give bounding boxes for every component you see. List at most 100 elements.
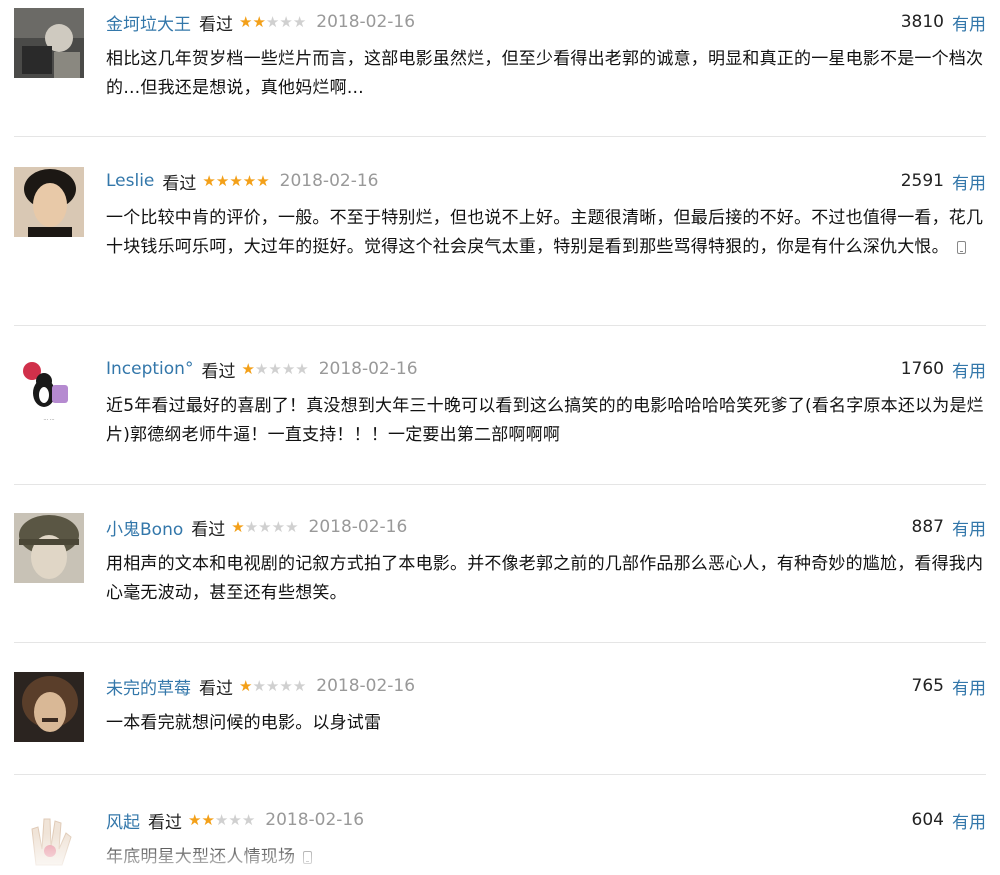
star-filled-icon: ★ [252, 12, 266, 31]
vote-count: 604 [911, 810, 944, 830]
comment-date: 2018-02-16 [316, 676, 416, 696]
divider [14, 484, 986, 485]
comment-meta: 金坷垃大王 看过 ★ ★ ★ ★ ★ 2018-02-16 [106, 9, 415, 35]
vote-count: 887 [911, 517, 944, 537]
star-filled-icon: ★ [256, 171, 270, 190]
star-empty-icon: ★ [279, 676, 293, 695]
user-avatar[interactable] [14, 513, 84, 583]
star-empty-icon: ★ [271, 517, 286, 536]
star-empty-icon: ★ [268, 359, 282, 378]
star-empty-icon: ★ [252, 676, 266, 695]
star-empty-icon: ★ [295, 359, 309, 378]
user-avatar[interactable]: ··· ··· [14, 355, 84, 425]
useful-button[interactable]: 有用 [952, 808, 986, 833]
divider [14, 325, 986, 326]
vote-count: 3810 [900, 12, 944, 32]
comment-body: 近5年看过最好的喜剧了！真没想到大年三十晚可以看到这么搞笑的的电影哈哈哈哈笑死爹… [106, 396, 984, 445]
watch-status: 看过 [199, 14, 233, 35]
star-filled-icon: ★ [239, 676, 253, 695]
star-filled-icon: ★ [239, 12, 253, 31]
star-empty-icon: ★ [281, 359, 296, 378]
user-avatar[interactable] [14, 805, 84, 875]
comment-date: 2018-02-16 [318, 359, 418, 379]
star-empty-icon: ★ [292, 12, 307, 31]
comment-text: 年底明星大型还人情现场 [106, 843, 986, 872]
comment-body: 用相声的文本和电视剧的记叙方式拍了本电影。并不像老郭之前的几部作品那么恶心人，有… [106, 554, 984, 603]
comment-date: 2018-02-16 [265, 810, 365, 830]
divider [14, 136, 986, 137]
watch-status: 看过 [162, 173, 197, 194]
star-empty-icon: ★ [214, 810, 229, 829]
rating-stars: ★ ★ ★ ★ ★ [202, 171, 270, 190]
comment-date: 2018-02-16 [316, 12, 416, 32]
rating-stars: ★ ★ ★ ★ ★ [239, 12, 307, 31]
mobile-icon [956, 241, 966, 254]
star-empty-icon: ★ [228, 810, 242, 829]
comment-meta: 未完的草莓 看过 ★ ★ ★ ★ ★ 2018-02-16 [106, 673, 415, 699]
rating-stars: ★ ★ ★ ★ ★ [241, 359, 309, 378]
vote-area: 3810 有用 [901, 9, 986, 35]
username-link[interactable]: 小鬼Bono [106, 515, 183, 540]
useful-button[interactable]: 有用 [952, 674, 986, 699]
watch-status: 看过 [191, 519, 226, 540]
star-filled-icon: ★ [229, 171, 243, 190]
comment-text: 用相声的文本和电视剧的记叙方式拍了本电影。并不像老郭之前的几部作品那么恶心人，有… [106, 550, 986, 608]
username-link[interactable]: Inception° [106, 359, 193, 379]
star-empty-icon: ★ [285, 517, 299, 536]
useful-button[interactable]: 有用 [952, 169, 986, 194]
comment-meta: 小鬼Bono 看过 ★ ★ ★ ★ ★ 2018-02-16 [106, 514, 407, 540]
comment-body: 相比这几年贺岁档一些烂片而言，这部电影虽然烂，但至少看得出老郭的诚意，明显和真正… [106, 49, 984, 98]
star-filled-icon: ★ [241, 359, 255, 378]
vote-count: 2591 [900, 171, 944, 191]
watch-status: 看过 [148, 812, 182, 833]
vote-count: 765 [911, 676, 944, 696]
rating-stars: ★ ★ ★ ★ ★ [188, 810, 256, 829]
star-empty-icon: ★ [254, 359, 269, 378]
comment-meta: Inception° 看过 ★ ★ ★ ★ ★ 2018-02-16 [106, 356, 418, 382]
comment-date: 2018-02-16 [308, 517, 408, 537]
comment-body: 一个比较中肯的评价，一般。不至于特别烂，但也说不上好。主题很清晰，但最后接的不好… [106, 208, 984, 257]
star-empty-icon: ★ [265, 12, 280, 31]
username-link[interactable]: Leslie [106, 171, 154, 191]
star-empty-icon: ★ [244, 517, 259, 536]
star-empty-icon: ★ [241, 810, 256, 829]
comment-text: 近5年看过最好的喜剧了！真没想到大年三十晚可以看到这么搞笑的的电影哈哈哈哈笑死爹… [106, 392, 986, 450]
vote-area: 2591 有用 [901, 168, 986, 194]
star-filled-icon: ★ [201, 810, 215, 829]
star-empty-icon: ★ [265, 676, 280, 695]
comment-text: 一个比较中肯的评价，一般。不至于特别烂，但也说不上好。主题很清晰，但最后接的不好… [106, 204, 986, 262]
star-empty-icon: ★ [279, 12, 293, 31]
rating-stars: ★ ★ ★ ★ ★ [239, 676, 307, 695]
vote-area: 604 有用 [912, 807, 986, 833]
comment-body: 年底明星大型还人情现场 [106, 847, 296, 867]
star-filled-icon: ★ [215, 171, 230, 190]
divider [14, 774, 986, 775]
star-filled-icon: ★ [231, 517, 245, 536]
useful-button[interactable]: 有用 [952, 515, 986, 540]
divider [14, 642, 986, 643]
username-link[interactable]: 未完的草莓 [106, 674, 191, 699]
useful-button[interactable]: 有用 [952, 357, 986, 382]
mobile-icon [303, 851, 313, 864]
star-filled-icon: ★ [188, 810, 202, 829]
rating-stars: ★ ★ ★ ★ ★ [231, 517, 299, 536]
user-avatar[interactable] [14, 167, 84, 237]
comment-meta: 风起 看过 ★ ★ ★ ★ ★ 2018-02-16 [106, 807, 364, 833]
comment-meta: Leslie 看过 ★ ★ ★ ★ ★ 2018-02-16 [106, 168, 378, 194]
svg-text:··· ···: ··· ··· [43, 417, 55, 423]
vote-area: 765 有用 [912, 673, 986, 699]
star-filled-icon: ★ [202, 171, 216, 190]
username-link[interactable]: 风起 [106, 808, 140, 833]
comment-text: 相比这几年贺岁档一些烂片而言，这部电影虽然烂，但至少看得出老郭的诚意，明显和真正… [106, 45, 986, 103]
watch-status: 看过 [199, 678, 233, 699]
comment-body: 一本看完就想问候的电影。以身试雷 [106, 713, 382, 733]
watch-status: 看过 [201, 361, 236, 382]
star-empty-icon: ★ [292, 676, 307, 695]
useful-button[interactable]: 有用 [952, 10, 986, 35]
vote-area: 1760 有用 [901, 356, 986, 382]
user-avatar[interactable] [14, 672, 84, 742]
user-avatar[interactable] [14, 8, 84, 78]
vote-count: 1760 [900, 359, 944, 379]
username-link[interactable]: 金坷垃大王 [106, 10, 191, 35]
star-filled-icon: ★ [242, 171, 257, 190]
